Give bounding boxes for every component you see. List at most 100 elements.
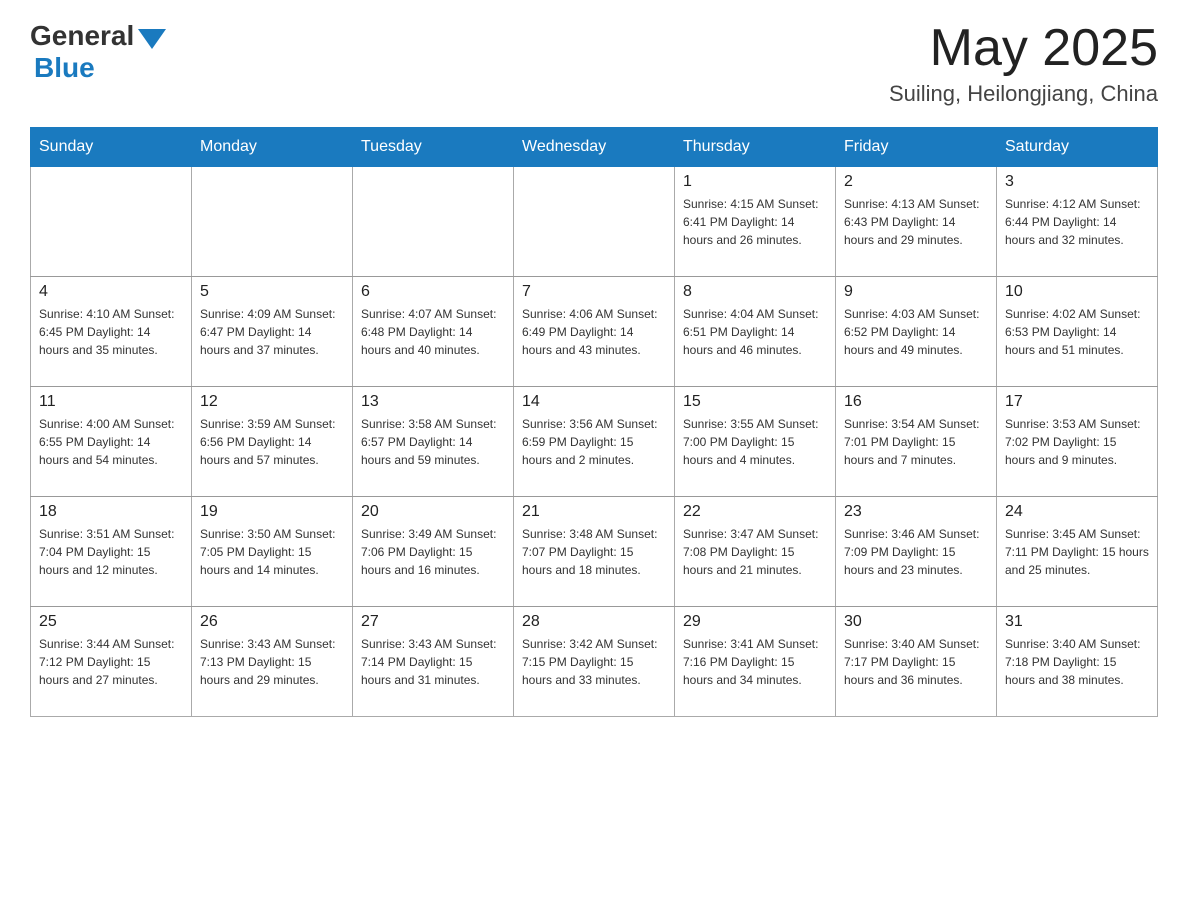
day-info: Sunrise: 3:43 AM Sunset: 7:13 PM Dayligh…	[200, 635, 344, 689]
day-info: Sunrise: 3:56 AM Sunset: 6:59 PM Dayligh…	[522, 415, 666, 469]
calendar-week-row: 18Sunrise: 3:51 AM Sunset: 7:04 PM Dayli…	[31, 497, 1158, 607]
calendar-cell: 3 Sunrise: 4:12 AM Sunset: 6:44 PM Daylig…	[997, 167, 1158, 277]
logo-general-text: General	[30, 20, 134, 52]
calendar-cell: 1Sunrise: 4:15 AM Sunset: 6:41 PM Daylig…	[675, 167, 836, 277]
day-info: Sunrise: 3:47 AM Sunset: 7:08 PM Dayligh…	[683, 525, 827, 579]
day-info: Sunrise: 3:59 AM Sunset: 6:56 PM Dayligh…	[200, 415, 344, 469]
day-info: Sunrise: 4:04 AM Sunset: 6:51 PM Dayligh…	[683, 305, 827, 359]
day-info: Sunrise: 4:15 AM Sunset: 6:41 PM Dayligh…	[683, 195, 827, 249]
calendar-cell: 15Sunrise: 3:55 AM Sunset: 7:00 PM Dayli…	[675, 387, 836, 497]
day-info: Sunrise: 3:48 AM Sunset: 7:07 PM Dayligh…	[522, 525, 666, 579]
day-number: 26	[200, 613, 344, 631]
calendar-cell: 9Sunrise: 4:03 AM Sunset: 6:52 PM Daylig…	[836, 277, 997, 387]
day-info: Sunrise: 3:49 AM Sunset: 7:06 PM Dayligh…	[361, 525, 505, 579]
day-number: 2	[844, 173, 988, 191]
day-number: 19	[200, 503, 344, 521]
day-info: Sunrise: 4:12 AM Sunset: 6:44 PM Dayligh…	[1005, 195, 1149, 249]
calendar-cell: 25 Sunrise: 3:44 AM Sunset: 7:12 PM Dayli…	[31, 607, 192, 717]
calendar-cell: 2Sunrise: 4:13 AM Sunset: 6:43 PM Daylig…	[836, 167, 997, 277]
calendar-cell: 30 Sunrise: 3:40 AM Sunset: 7:17 PM Dayli…	[836, 607, 997, 717]
calendar-week-row: 25 Sunrise: 3:44 AM Sunset: 7:12 PM Dayli…	[31, 607, 1158, 717]
calendar-cell: 19 Sunrise: 3:50 AM Sunset: 7:05 PM Dayli…	[192, 497, 353, 607]
day-info: Sunrise: 3:40 AM Sunset: 7:17 PM Dayligh…	[844, 635, 988, 689]
day-number: 31	[1005, 613, 1149, 631]
calendar-cell: 5 Sunrise: 4:09 AM Sunset: 6:47 PM Daylig…	[192, 277, 353, 387]
day-info: Sunrise: 3:44 AM Sunset: 7:12 PM Dayligh…	[39, 635, 183, 689]
calendar-cell: 16 Sunrise: 3:54 AM Sunset: 7:01 PM Dayli…	[836, 387, 997, 497]
page-header: General Blue May 2025 Suiling, Heilongji…	[30, 20, 1158, 107]
day-number: 30	[844, 613, 988, 631]
day-info: Sunrise: 3:40 AM Sunset: 7:18 PM Dayligh…	[1005, 635, 1149, 689]
day-number: 18	[39, 503, 183, 521]
month-year-title: May 2025	[889, 20, 1158, 77]
day-number: 8	[683, 283, 827, 301]
day-info: Sunrise: 4:07 AM Sunset: 6:48 PM Dayligh…	[361, 305, 505, 359]
column-header-wednesday: Wednesday	[514, 128, 675, 167]
calendar-cell	[514, 167, 675, 277]
day-info: Sunrise: 4:00 AM Sunset: 6:55 PM Dayligh…	[39, 415, 183, 469]
location-subtitle: Suiling, Heilongjiang, China	[889, 81, 1158, 107]
calendar-cell: 27 Sunrise: 3:43 AM Sunset: 7:14 PM Dayli…	[353, 607, 514, 717]
day-info: Sunrise: 3:46 AM Sunset: 7:09 PM Dayligh…	[844, 525, 988, 579]
calendar-week-row: 11Sunrise: 4:00 AM Sunset: 6:55 PM Dayli…	[31, 387, 1158, 497]
day-number: 22	[683, 503, 827, 521]
calendar-cell: 14Sunrise: 3:56 AM Sunset: 6:59 PM Dayli…	[514, 387, 675, 497]
calendar-header-row: SundayMondayTuesdayWednesdayThursdayFrid…	[31, 128, 1158, 167]
day-info: Sunrise: 3:43 AM Sunset: 7:14 PM Dayligh…	[361, 635, 505, 689]
day-number: 12	[200, 393, 344, 411]
column-header-sunday: Sunday	[31, 128, 192, 167]
column-header-saturday: Saturday	[997, 128, 1158, 167]
calendar-cell: 26 Sunrise: 3:43 AM Sunset: 7:13 PM Dayli…	[192, 607, 353, 717]
calendar-cell: 12 Sunrise: 3:59 AM Sunset: 6:56 PM Dayli…	[192, 387, 353, 497]
day-number: 20	[361, 503, 505, 521]
day-number: 21	[522, 503, 666, 521]
title-block: May 2025 Suiling, Heilongjiang, China	[889, 20, 1158, 107]
day-number: 24	[1005, 503, 1149, 521]
calendar-cell: 31 Sunrise: 3:40 AM Sunset: 7:18 PM Dayli…	[997, 607, 1158, 717]
calendar-cell: 20 Sunrise: 3:49 AM Sunset: 7:06 PM Dayli…	[353, 497, 514, 607]
calendar-cell: 8 Sunrise: 4:04 AM Sunset: 6:51 PM Daylig…	[675, 277, 836, 387]
calendar-cell: 24 Sunrise: 3:45 AM Sunset: 7:11 PM Dayli…	[997, 497, 1158, 607]
day-number: 17	[1005, 393, 1149, 411]
day-number: 4	[39, 283, 183, 301]
calendar-cell	[353, 167, 514, 277]
calendar-table: SundayMondayTuesdayWednesdayThursdayFrid…	[30, 127, 1158, 717]
day-info: Sunrise: 4:09 AM Sunset: 6:47 PM Dayligh…	[200, 305, 344, 359]
calendar-cell: 7 Sunrise: 4:06 AM Sunset: 6:49 PM Daylig…	[514, 277, 675, 387]
day-info: Sunrise: 4:06 AM Sunset: 6:49 PM Dayligh…	[522, 305, 666, 359]
day-number: 15	[683, 393, 827, 411]
day-info: Sunrise: 3:53 AM Sunset: 7:02 PM Dayligh…	[1005, 415, 1149, 469]
day-info: Sunrise: 3:58 AM Sunset: 6:57 PM Dayligh…	[361, 415, 505, 469]
day-number: 3	[1005, 173, 1149, 191]
calendar-cell: 23Sunrise: 3:46 AM Sunset: 7:09 PM Dayli…	[836, 497, 997, 607]
day-info: Sunrise: 3:45 AM Sunset: 7:11 PM Dayligh…	[1005, 525, 1149, 579]
calendar-cell: 4 Sunrise: 4:10 AM Sunset: 6:45 PM Daylig…	[31, 277, 192, 387]
column-header-tuesday: Tuesday	[353, 128, 514, 167]
day-number: 5	[200, 283, 344, 301]
logo-blue-text: Blue	[34, 52, 95, 84]
day-info: Sunrise: 4:10 AM Sunset: 6:45 PM Dayligh…	[39, 305, 183, 359]
day-info: Sunrise: 3:50 AM Sunset: 7:05 PM Dayligh…	[200, 525, 344, 579]
calendar-cell: 29Sunrise: 3:41 AM Sunset: 7:16 PM Dayli…	[675, 607, 836, 717]
day-number: 10	[1005, 283, 1149, 301]
calendar-cell	[192, 167, 353, 277]
logo-triangle-icon	[138, 29, 166, 49]
day-number: 27	[361, 613, 505, 631]
calendar-cell: 18Sunrise: 3:51 AM Sunset: 7:04 PM Dayli…	[31, 497, 192, 607]
calendar-week-row: 1Sunrise: 4:15 AM Sunset: 6:41 PM Daylig…	[31, 167, 1158, 277]
day-info: Sunrise: 4:02 AM Sunset: 6:53 PM Dayligh…	[1005, 305, 1149, 359]
day-number: 9	[844, 283, 988, 301]
day-info: Sunrise: 3:54 AM Sunset: 7:01 PM Dayligh…	[844, 415, 988, 469]
day-number: 16	[844, 393, 988, 411]
day-number: 29	[683, 613, 827, 631]
calendar-cell: 17 Sunrise: 3:53 AM Sunset: 7:02 PM Dayli…	[997, 387, 1158, 497]
calendar-cell: 10 Sunrise: 4:02 AM Sunset: 6:53 PM Dayli…	[997, 277, 1158, 387]
calendar-cell: 28 Sunrise: 3:42 AM Sunset: 7:15 PM Dayli…	[514, 607, 675, 717]
day-number: 7	[522, 283, 666, 301]
day-info: Sunrise: 3:42 AM Sunset: 7:15 PM Dayligh…	[522, 635, 666, 689]
column-header-friday: Friday	[836, 128, 997, 167]
column-header-monday: Monday	[192, 128, 353, 167]
day-number: 28	[522, 613, 666, 631]
day-number: 25	[39, 613, 183, 631]
column-header-thursday: Thursday	[675, 128, 836, 167]
